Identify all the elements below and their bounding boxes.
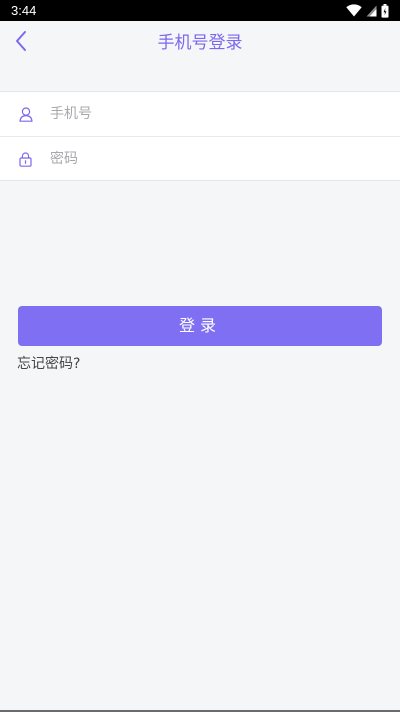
phone-input[interactable] xyxy=(50,100,370,128)
password-input[interactable] xyxy=(50,145,370,173)
status-time: 3:44 xyxy=(11,3,37,18)
user-icon xyxy=(18,106,33,122)
forgot-password-link[interactable]: 忘记密码? xyxy=(17,354,80,374)
wifi-icon xyxy=(346,4,362,17)
phone-row xyxy=(0,92,400,136)
status-icons xyxy=(346,3,389,18)
status-bar: 3:44 xyxy=(0,0,400,21)
nav-bar: 手机号登录 xyxy=(0,21,400,66)
page-title: 手机号登录 xyxy=(157,33,243,53)
battery-icon xyxy=(381,3,389,18)
cell-signal-icon xyxy=(366,5,377,17)
login-form xyxy=(0,91,400,181)
lock-icon xyxy=(18,151,33,167)
login-button[interactable]: 登录 xyxy=(18,306,382,346)
password-row xyxy=(0,137,400,181)
